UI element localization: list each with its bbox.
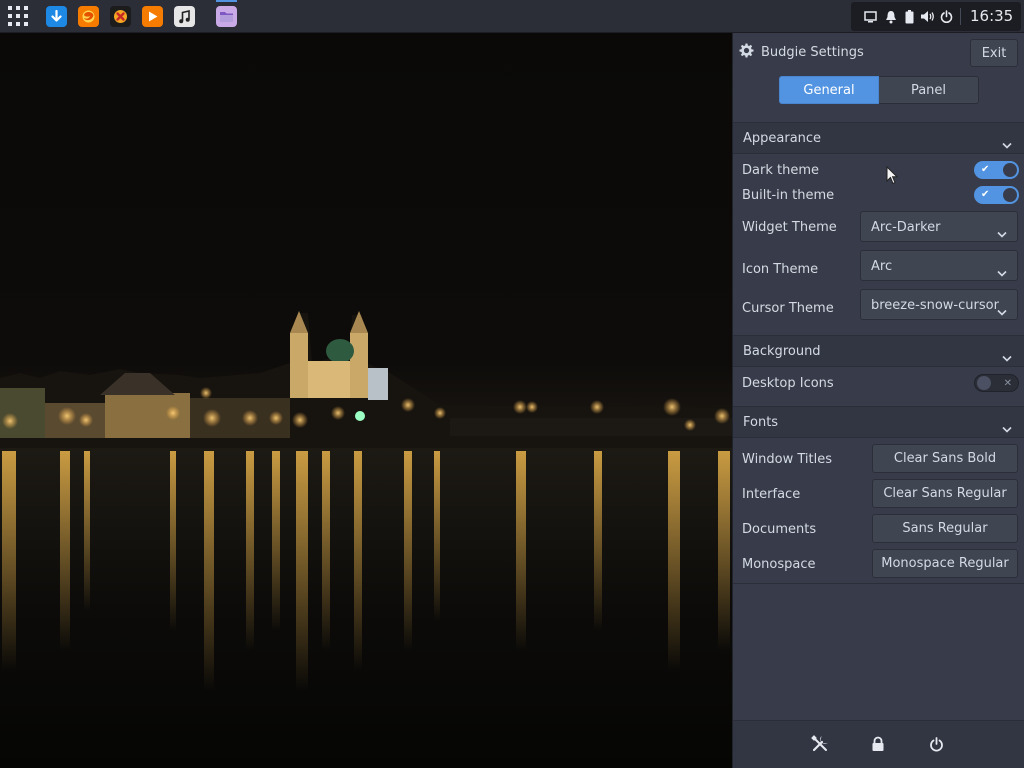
tray-separator (960, 8, 961, 25)
builtin-theme-switch[interactable]: ✔ (974, 186, 1019, 204)
window-titles-label: Window Titles (742, 452, 833, 467)
settings-tools-icon[interactable] (811, 735, 829, 753)
dark-theme-switch[interactable]: ✔ (974, 161, 1019, 179)
downloader-icon[interactable] (46, 6, 67, 27)
budgie-settings-panel: Budgie Settings Exit General Panel Appea… (732, 33, 1024, 768)
lock-icon[interactable] (869, 735, 887, 753)
app-menu-grid-icon[interactable] (8, 6, 30, 28)
settings-title: Budgie Settings (761, 45, 864, 60)
switch-knob (1003, 188, 1017, 202)
switch-knob (977, 376, 991, 390)
x-icon: ✕ (1003, 378, 1012, 389)
background-section-header[interactable]: Background (733, 335, 1024, 367)
window-titles-font-button[interactable]: Clear Sans Bold (872, 444, 1018, 473)
switch-knob (1003, 163, 1017, 177)
check-icon: ✔ (981, 189, 990, 200)
icon-theme-label: Icon Theme (742, 262, 819, 277)
check-icon: ✔ (981, 164, 990, 175)
chevron-down-icon (1002, 134, 1012, 153)
mouse-pointer-icon (886, 165, 899, 189)
documents-label: Documents (742, 522, 817, 537)
cursor-theme-dropdown[interactable]: breeze-snow-cursor (860, 289, 1018, 320)
widget-theme-label: Widget Theme (742, 220, 837, 235)
clock[interactable]: 16:35 (970, 7, 1013, 25)
notification-bell-icon[interactable] (884, 9, 898, 24)
icon-theme-dropdown[interactable]: Arc (860, 250, 1018, 281)
builtin-theme-label: Built-in theme (742, 188, 835, 203)
power-icon[interactable] (939, 9, 953, 24)
desktop-icons-label: Desktop Icons (742, 376, 834, 391)
monospace-font-button[interactable]: Monospace Regular (872, 549, 1018, 578)
tab-panel[interactable]: Panel (879, 76, 979, 104)
section-divider (733, 583, 1024, 584)
system-tray: 16:35 (851, 2, 1021, 31)
volume-icon[interactable] (919, 9, 935, 24)
settings-header: Budgie Settings Exit (733, 33, 1024, 72)
firefox-icon[interactable] (78, 6, 99, 27)
cursor-theme-label: Cursor Theme (742, 301, 834, 316)
chevron-down-icon (997, 223, 1007, 242)
icon-theme-value: Arc (871, 259, 893, 274)
chevron-down-icon (1002, 418, 1012, 437)
interface-font-button[interactable]: Clear Sans Regular (872, 479, 1018, 508)
monospace-label: Monospace (742, 557, 816, 572)
file-manager-icon[interactable] (216, 0, 237, 27)
fonts-header-label: Fonts (743, 415, 779, 430)
settings-tabs: General Panel (779, 76, 979, 104)
fonts-section-header[interactable]: Fonts (733, 406, 1024, 438)
battery-icon[interactable] (904, 9, 914, 24)
desktop-wallpaper (0, 33, 732, 768)
dark-theme-label: Dark theme (742, 163, 819, 178)
chevron-down-icon (997, 262, 1007, 281)
media-player-icon[interactable] (142, 6, 163, 27)
widget-theme-dropdown[interactable]: Arc-Darker (860, 211, 1018, 242)
top-panel: 16:35 (0, 0, 1024, 33)
cursor-theme-value: breeze-snow-cursor (871, 298, 999, 313)
settings-footer (733, 720, 1024, 768)
tab-general[interactable]: General (779, 76, 879, 104)
xfce-app-icon[interactable] (110, 6, 131, 27)
display-icon[interactable] (863, 9, 877, 24)
power-icon[interactable] (927, 735, 945, 753)
interface-label: Interface (742, 487, 801, 502)
appearance-section-header[interactable]: Appearance (733, 122, 1024, 154)
exit-button[interactable]: Exit (970, 39, 1018, 67)
chevron-down-icon (1002, 347, 1012, 366)
widget-theme-value: Arc-Darker (871, 220, 941, 235)
desktop-icons-switch[interactable]: ✕ (974, 374, 1019, 392)
chevron-down-icon (997, 301, 1007, 320)
gear-icon (739, 43, 754, 62)
music-icon[interactable] (174, 6, 195, 27)
documents-font-button[interactable]: Sans Regular (872, 514, 1018, 543)
background-header-label: Background (743, 344, 821, 359)
appearance-header-label: Appearance (743, 131, 822, 146)
